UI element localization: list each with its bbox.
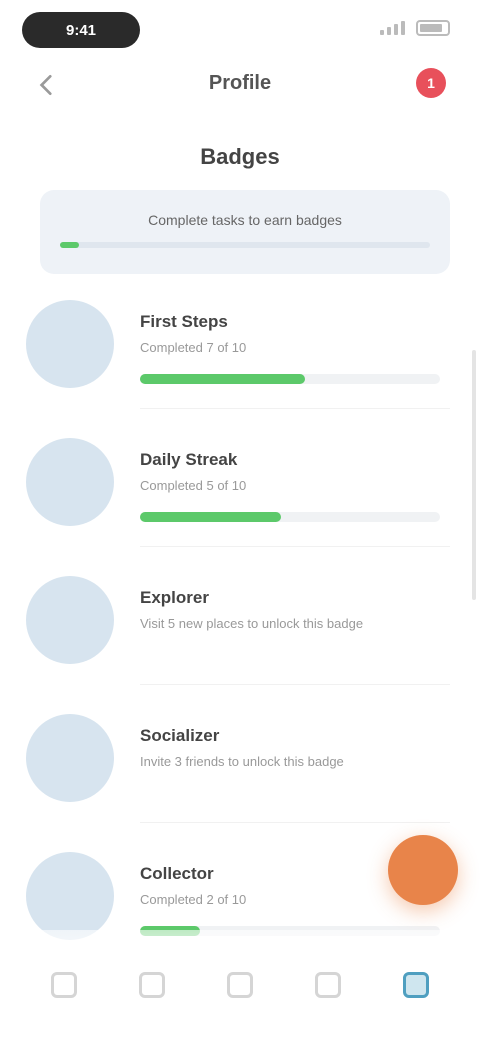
calendar-icon bbox=[227, 972, 253, 998]
header: Profile 1 bbox=[0, 60, 480, 110]
divider bbox=[140, 408, 450, 409]
divider bbox=[140, 822, 450, 823]
chat-icon bbox=[315, 972, 341, 998]
list-item[interactable]: Daily Streak Completed 5 of 10 bbox=[0, 428, 480, 558]
nav-item-profile[interactable] bbox=[386, 955, 446, 1015]
info-banner: Complete tasks to earn badges bbox=[40, 190, 450, 274]
badge-progress-track bbox=[140, 512, 440, 522]
badge-subtitle: Completed 5 of 10 bbox=[140, 478, 247, 493]
badge-progress-track bbox=[140, 374, 440, 384]
badge-avatar bbox=[26, 714, 114, 802]
battery-icon bbox=[416, 20, 450, 36]
list-item[interactable]: Explorer Visit 5 new places to unlock th… bbox=[0, 566, 480, 696]
bottom-nav bbox=[0, 930, 480, 1040]
badge-title: Explorer bbox=[140, 588, 209, 607]
status-bar: 9:41 bbox=[0, 0, 480, 60]
nav-item-calendar[interactable] bbox=[210, 955, 270, 1015]
scrollbar[interactable] bbox=[472, 350, 476, 600]
badge-subtitle: Visit 5 new places to unlock this badge bbox=[140, 616, 364, 631]
banner-progress-fill bbox=[60, 242, 79, 248]
search-icon bbox=[139, 972, 165, 998]
banner-text: Complete tasks to earn badges bbox=[148, 212, 342, 228]
home-icon bbox=[51, 972, 77, 998]
page-title: Profile bbox=[208, 72, 272, 94]
nav-item-home[interactable] bbox=[34, 955, 94, 1015]
divider bbox=[140, 684, 450, 685]
badge-avatar bbox=[26, 576, 114, 664]
badge-title: Daily Streak bbox=[140, 450, 238, 469]
nav-item-search[interactable] bbox=[122, 955, 182, 1015]
badge-progress-fill bbox=[140, 512, 281, 522]
badge-subtitle: Completed 7 of 10 bbox=[140, 340, 247, 355]
floating-action-button[interactable] bbox=[388, 835, 458, 905]
nav-item-chat[interactable] bbox=[298, 955, 358, 1015]
banner-progress-track bbox=[60, 242, 430, 248]
list-item[interactable]: Socializer Invite 3 friends to unlock th… bbox=[0, 704, 480, 834]
badge-subtitle: Invite 3 friends to unlock this badge bbox=[140, 754, 344, 769]
profile-icon bbox=[403, 972, 429, 998]
divider bbox=[140, 546, 450, 547]
list-item[interactable]: First Steps Completed 7 of 10 bbox=[0, 290, 480, 420]
badge-title: First Steps bbox=[140, 312, 228, 331]
notification-icon[interactable]: 1 bbox=[416, 68, 446, 98]
badge-avatar bbox=[26, 852, 114, 940]
badge-title: Socializer bbox=[140, 726, 220, 745]
section-title: Badges bbox=[200, 144, 280, 169]
status-icons bbox=[380, 20, 450, 36]
badge-avatar bbox=[26, 300, 114, 388]
badge-progress-fill bbox=[140, 374, 305, 384]
signal-icon bbox=[380, 21, 408, 35]
status-time: 9:41 bbox=[22, 12, 140, 48]
badge-title: Collector bbox=[140, 864, 214, 883]
badge-subtitle: Completed 2 of 10 bbox=[140, 892, 247, 907]
badge-avatar bbox=[26, 438, 114, 526]
